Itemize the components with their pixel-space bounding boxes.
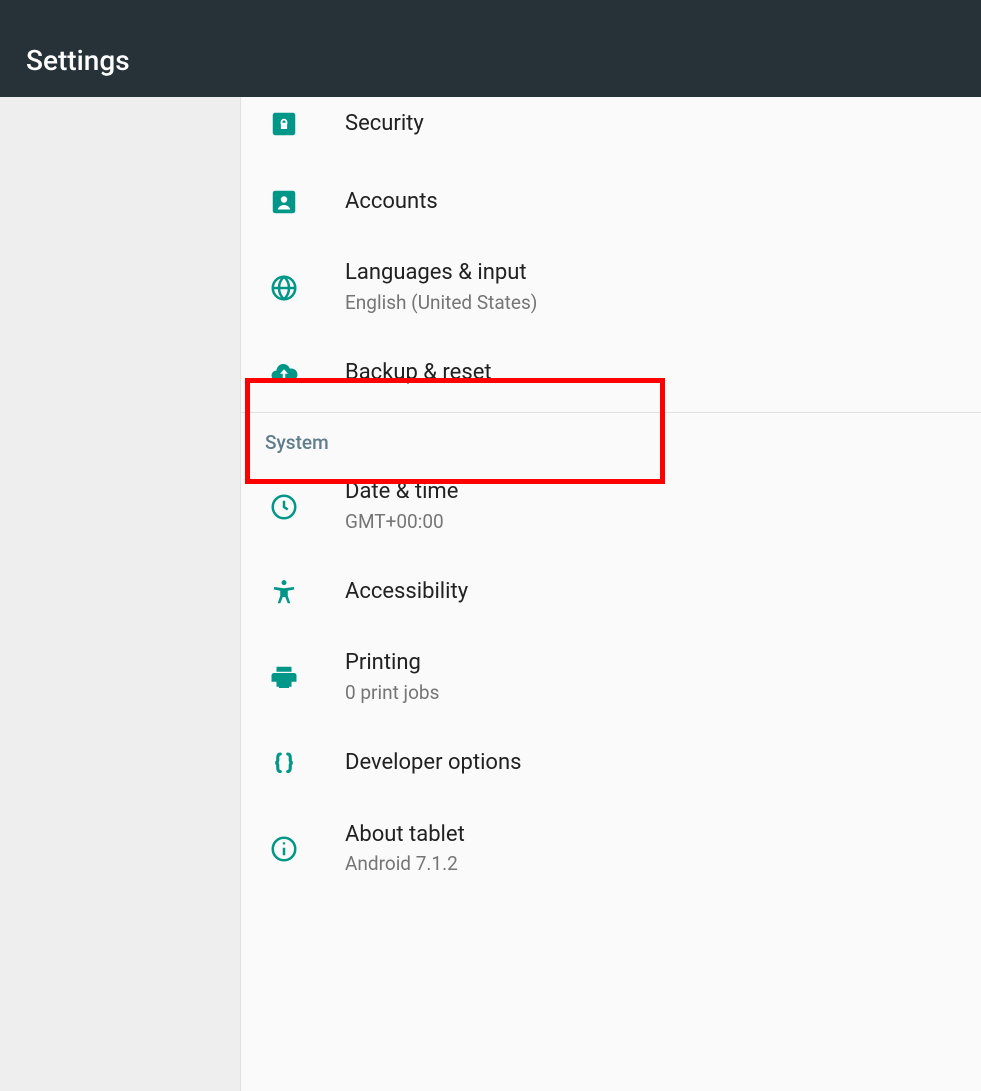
accounts-icon	[265, 187, 345, 217]
settings-item-label: Backup & reset	[345, 359, 492, 388]
settings-item-sub: English (United States)	[345, 290, 537, 317]
settings-item-accessibility[interactable]: Accessibility	[241, 553, 981, 631]
settings-item-languages-input[interactable]: Languages & input English (United States…	[241, 241, 981, 334]
settings-item-label: About tablet	[345, 821, 465, 850]
globe-icon	[265, 273, 345, 303]
settings-item-label: Accounts	[345, 188, 438, 217]
sidebar-spacer	[0, 97, 240, 1091]
settings-item-sub: 0 print jobs	[345, 680, 439, 707]
settings-item-label: Accessibility	[345, 578, 468, 607]
settings-item-developer-options[interactable]: Developer options	[241, 725, 981, 803]
settings-item-label: Languages & input	[345, 259, 537, 288]
settings-item-about-tablet[interactable]: About tablet Android 7.1.2	[241, 803, 981, 896]
settings-item-label: Security	[345, 110, 424, 139]
braces-icon	[265, 749, 345, 779]
section-header-system: System	[241, 413, 981, 460]
app-header: Settings	[0, 0, 981, 97]
cloud-upload-icon	[265, 358, 345, 388]
settings-item-label: Printing	[345, 649, 439, 678]
security-icon	[265, 109, 345, 139]
settings-item-label: Date & time	[345, 478, 458, 507]
clock-icon	[265, 492, 345, 522]
settings-item-security[interactable]: Security	[241, 97, 981, 163]
settings-item-backup-reset[interactable]: Backup & reset	[241, 334, 981, 412]
accessibility-icon	[265, 577, 345, 607]
info-icon	[265, 834, 345, 864]
settings-item-sub: Android 7.1.2	[345, 851, 465, 878]
settings-item-accounts[interactable]: Accounts	[241, 163, 981, 241]
printer-icon	[265, 663, 345, 693]
settings-item-label: Developer options	[345, 749, 521, 778]
settings-list: Security Accounts Languages & input Engl…	[240, 97, 981, 1091]
page-title: Settings	[26, 44, 130, 77]
settings-item-printing[interactable]: Printing 0 print jobs	[241, 631, 981, 724]
settings-item-sub: GMT+00:00	[345, 509, 458, 536]
content: Security Accounts Languages & input Engl…	[0, 97, 981, 1091]
settings-item-date-time[interactable]: Date & time GMT+00:00	[241, 460, 981, 553]
